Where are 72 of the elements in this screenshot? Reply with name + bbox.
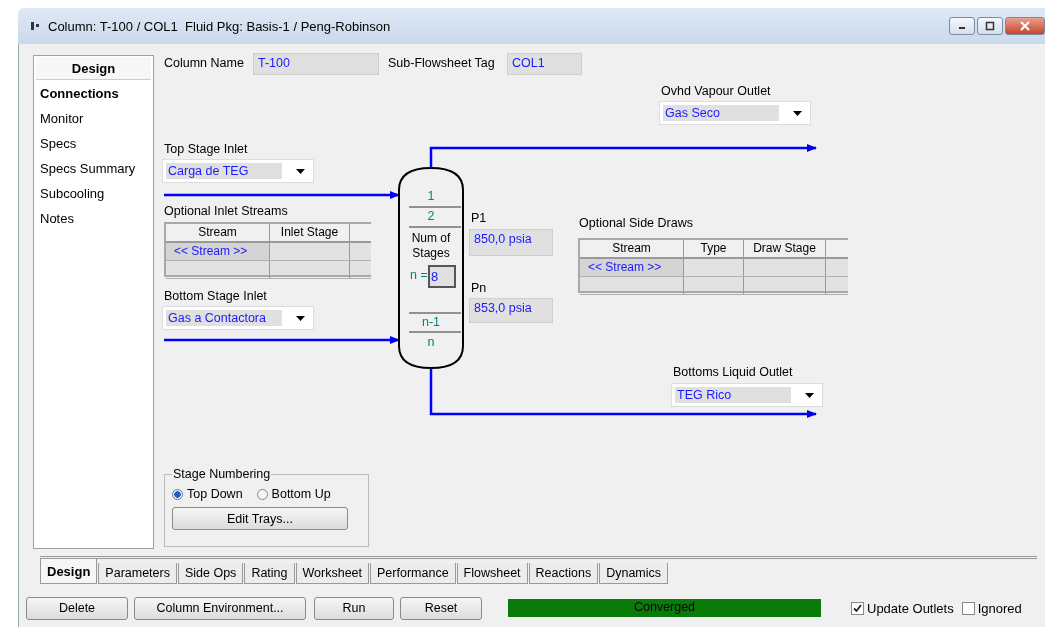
- stage-number: 1: [426, 189, 436, 203]
- column-header: Stream: [166, 224, 270, 241]
- field-label: Ovhd Vapour Outlet: [661, 84, 771, 98]
- flowsheet-tag-field[interactable]: COL1: [507, 53, 582, 75]
- stream-dropdown[interactable]: Gas a Contactora: [162, 306, 314, 330]
- tab[interactable]: Flowsheet: [456, 563, 528, 584]
- stream-dropdown[interactable]: Gas Seco: [659, 101, 811, 125]
- caret-icon: [805, 392, 814, 398]
- action-button[interactable]: Column Environment...: [134, 596, 306, 620]
- column-header: Inlet Stage: [270, 224, 350, 241]
- action-button[interactable]: Reset: [400, 596, 482, 620]
- column-header: Type: [684, 240, 744, 257]
- stream-dropdown[interactable]: Carga de TEG: [162, 159, 314, 183]
- caret-icon: [793, 110, 802, 116]
- column-name-field[interactable]: T-100: [253, 53, 379, 75]
- radio-icon[interactable]: [172, 488, 183, 500]
- field-label: Bottoms Liquid Outlet: [673, 365, 793, 379]
- radio-option[interactable]: Bottom Up: [256, 487, 331, 501]
- field-label: Bottom Stage Inlet: [164, 289, 267, 303]
- tab[interactable]: Reactions: [528, 563, 599, 584]
- maximize-icon: [985, 21, 995, 31]
- table-cell[interactable]: << Stream >>: [580, 259, 684, 276]
- field-label: Column Name: [164, 56, 244, 70]
- tab[interactable]: Dynamics: [599, 563, 669, 584]
- app-icon: [30, 21, 40, 31]
- minimize-button[interactable]: [949, 17, 975, 35]
- caret-icon: [296, 315, 305, 321]
- window-title: Column: T-100 / COL1 Fluid Pkg: Basis-1 / Peng-Robinson: [48, 18, 391, 34]
- field-label: Sub-Flowsheet Tag: [388, 56, 495, 70]
- group-label: Stage Numbering: [172, 467, 272, 481]
- pressure-field[interactable]: 853,0 psia: [469, 298, 553, 323]
- stage-number: n-1: [420, 315, 442, 329]
- close-icon: [1020, 21, 1030, 31]
- sidebar-item[interactable]: Subcooling: [34, 181, 153, 206]
- sidebar-item[interactable]: Monitor: [34, 106, 153, 131]
- sidebar-item[interactable]: Specs: [34, 131, 153, 156]
- field-label: Top Stage Inlet: [164, 142, 248, 156]
- stages-label: n =: [410, 268, 428, 282]
- checkbox-option[interactable]: Ignored: [961, 600, 1022, 616]
- radio-option[interactable]: Top Down: [172, 487, 243, 501]
- table-label: Optional Inlet Streams: [164, 204, 288, 218]
- tab[interactable]: Side Ops: [177, 563, 244, 584]
- field-label: P1: [471, 211, 487, 225]
- sidebar-item[interactable]: Connections: [34, 81, 153, 106]
- checkbox-option[interactable]: Update Outlets: [851, 600, 954, 616]
- tab[interactable]: Performance: [370, 563, 456, 584]
- column-header: Stream: [580, 240, 684, 257]
- close-button[interactable]: [1005, 17, 1045, 35]
- column-header: Draw Stage: [744, 240, 826, 257]
- action-button[interactable]: Run: [314, 596, 394, 620]
- edit-trays-button[interactable]: Edit Trays...: [172, 507, 348, 530]
- stage-number: n: [426, 335, 436, 349]
- stream-dropdown[interactable]: TEG Rico: [671, 383, 823, 407]
- sidebar-title: Design: [36, 57, 151, 80]
- maximize-button[interactable]: [977, 17, 1003, 35]
- sidebar-item[interactable]: Specs Summary: [34, 156, 153, 181]
- radio-icon[interactable]: [256, 488, 268, 500]
- tab[interactable]: Rating: [244, 563, 295, 584]
- table-cell[interactable]: << Stream >>: [166, 243, 270, 260]
- stage-number: 2: [426, 209, 436, 223]
- status-text: Converged: [632, 600, 697, 614]
- table-label: Optional Side Draws: [579, 216, 693, 230]
- field-label: Pn: [471, 281, 487, 295]
- action-button[interactable]: Delete: [26, 596, 128, 620]
- tab[interactable]: Design: [40, 559, 98, 584]
- tab[interactable]: Parameters: [98, 563, 177, 584]
- caret-icon: [296, 168, 305, 174]
- tab[interactable]: Worksheet: [295, 563, 370, 584]
- stages-field[interactable]: 8: [428, 265, 456, 288]
- sidebar-item[interactable]: Notes: [34, 206, 153, 231]
- stages-label: Num of Stages: [410, 231, 452, 261]
- pressure-field[interactable]: 850,0 psia: [469, 229, 553, 256]
